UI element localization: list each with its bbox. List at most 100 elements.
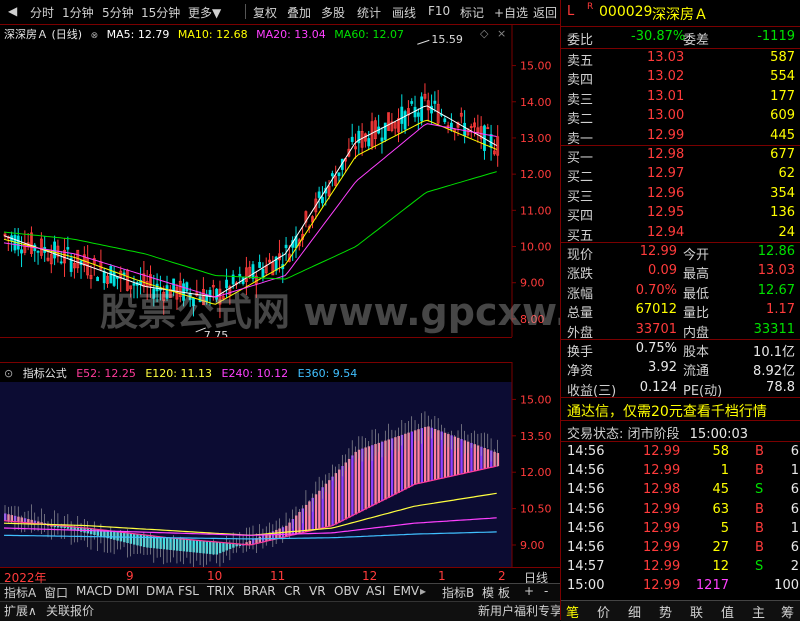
- zoom-out-button[interactable]: -: [544, 584, 548, 598]
- x-axis: 2022年 9 10 11 12 1 2 日线: [0, 567, 560, 585]
- tab-1min[interactable]: 1分钟: [62, 4, 94, 21]
- tab-fenshi[interactable]: 分时: [30, 4, 54, 21]
- tab-15min[interactable]: 15分钟: [141, 4, 180, 21]
- btn-f10[interactable]: F10: [428, 4, 450, 18]
- tick-row: 14:56 12.99 1 B 1: [565, 463, 799, 481]
- bids-row: 买一 12.98 677: [565, 147, 799, 166]
- tab-ticks[interactable]: 笔: [566, 602, 579, 621]
- tab-window[interactable]: 窗口: [44, 584, 68, 601]
- candle: [403, 111, 407, 130]
- indicator-bar: [357, 449, 361, 513]
- stat2-value: 78.8: [766, 379, 795, 395]
- indicator-bar: [410, 431, 414, 487]
- btn-biaoji[interactable]: 标记: [460, 4, 484, 21]
- close-icon[interactable]: ×: [497, 27, 506, 40]
- candle: [225, 279, 228, 289]
- zoom-in-button[interactable]: +: [524, 584, 534, 598]
- kline-chart[interactable]: 8.00 9.00 10.00 11.00 12.00 13.00 14.00 15.00 15…: [0, 25, 657, 363]
- diamond-icon[interactable]: ◇: [480, 27, 488, 40]
- y-tick-label: 9.00: [520, 539, 545, 552]
- tick-side: B: [755, 501, 764, 517]
- tick-price: 12.99: [643, 559, 681, 575]
- tick-price: 12.99: [643, 520, 681, 536]
- tab-obv[interactable]: OBV: [334, 584, 360, 598]
- btn-tongji[interactable]: 统计: [357, 4, 381, 21]
- asks-row: 卖四 13.02 554: [565, 69, 799, 88]
- asks-label: 卖四: [567, 73, 594, 89]
- arrow-icon[interactable]: ▸: [420, 584, 426, 598]
- tab-price[interactable]: 价: [597, 602, 610, 621]
- tab-related[interactable]: 联: [690, 602, 703, 621]
- candle: [96, 276, 99, 282]
- asks-label: 卖三: [567, 92, 594, 108]
- tab-indicator-a[interactable]: 指标A: [4, 584, 36, 601]
- tab-trend[interactable]: 势: [659, 602, 672, 621]
- e240-label: E240: 10.12: [221, 367, 289, 380]
- tab-dma[interactable]: DMA: [146, 584, 174, 598]
- tab-main[interactable]: 主: [752, 602, 765, 621]
- asks-price: 13.03: [647, 50, 685, 65]
- stat2-label: 收益(三): [567, 383, 617, 399]
- bids-price: 12.98: [647, 147, 685, 162]
- tick-volume: 63: [712, 501, 729, 517]
- promo-link[interactable]: 新用户福利专享: [478, 602, 562, 619]
- tick-time: 14:56: [567, 520, 605, 536]
- promo-ad[interactable]: 通达信，仅需20元查看千档行情: [567, 401, 767, 421]
- tab-more[interactable]: 更多▼: [188, 4, 221, 21]
- tab-chips[interactable]: 筹: [781, 602, 794, 621]
- bids-label: 买四: [567, 209, 594, 225]
- tab-detail[interactable]: 细: [628, 602, 641, 621]
- tick-row: 14:56 12.99 58 B 6: [565, 444, 799, 462]
- btn-huaxian[interactable]: 画线: [392, 4, 416, 21]
- btn-fuquan[interactable]: 复权: [253, 4, 277, 21]
- candle: [443, 118, 447, 123]
- tick-volume: 45: [712, 482, 729, 498]
- settings-circle-icon[interactable]: ⊗: [91, 31, 99, 41]
- btn-add-watchlist[interactable]: +自选: [494, 4, 528, 21]
- l-icon: L: [567, 4, 575, 19]
- stat2-value: 10.1亿: [753, 345, 795, 360]
- btn-duogu[interactable]: 多股: [321, 4, 345, 21]
- tab-board[interactable]: 板: [498, 584, 510, 601]
- expand-button[interactable]: 扩展∧: [4, 602, 37, 619]
- tick-price: 12.99: [643, 501, 681, 517]
- tab-vr[interactable]: VR: [309, 584, 326, 598]
- y-tick-label: 15.00: [520, 393, 552, 406]
- stat-label: 总量: [567, 306, 594, 322]
- indicator-chart[interactable]: 9.00 10.50 12.00 13.50 15.00: [0, 362, 552, 568]
- weicha-value: -1119: [757, 29, 795, 44]
- tab-5min[interactable]: 5分钟: [102, 4, 134, 21]
- tick-volume: 5: [720, 520, 729, 536]
- tab-template[interactable]: 模: [482, 584, 494, 601]
- candle: [132, 283, 136, 286]
- candle: [284, 244, 288, 249]
- trade-status: 交易状态: 闭市阶段 15:00:03: [567, 423, 748, 442]
- tab-indicator-b[interactable]: 指标B: [442, 584, 474, 601]
- arrow-left-icon[interactable]: ◀: [8, 4, 17, 18]
- tab-trix[interactable]: TRIX: [207, 584, 234, 598]
- tab-macd[interactable]: MACD: [76, 584, 112, 598]
- bids-label: 买二: [567, 170, 594, 186]
- candle: [350, 136, 354, 142]
- tab-dmi[interactable]: DMI: [116, 584, 139, 598]
- tick-price: 12.99: [643, 578, 681, 594]
- btn-diejia[interactable]: 叠加: [287, 4, 311, 21]
- tab-fsl[interactable]: FSL: [178, 584, 199, 598]
- tab-cr[interactable]: CR: [284, 584, 301, 598]
- btn-back[interactable]: 返回: [533, 4, 557, 21]
- tab-emv[interactable]: EMV: [393, 584, 419, 598]
- candle: [321, 197, 324, 204]
- indicator-bar: [351, 455, 354, 517]
- stat-row: 外盘 33701 内盘 33311: [565, 322, 799, 341]
- tab-asi[interactable]: ASI: [366, 584, 385, 598]
- bids-price: 12.96: [647, 185, 685, 201]
- expand-icon[interactable]: ⊙: [4, 367, 13, 380]
- candle: [317, 191, 321, 198]
- stock-name: 深深房Ａ: [652, 7, 708, 23]
- tab-value[interactable]: 值: [721, 602, 734, 621]
- related-quote-button[interactable]: 关联报价: [46, 602, 94, 619]
- tab-brar[interactable]: BRAR: [243, 584, 276, 598]
- stat-label: 涨跌: [567, 267, 594, 283]
- stat2-value: 8.92亿: [753, 364, 795, 380]
- y-tick-label: 14.00: [520, 96, 552, 109]
